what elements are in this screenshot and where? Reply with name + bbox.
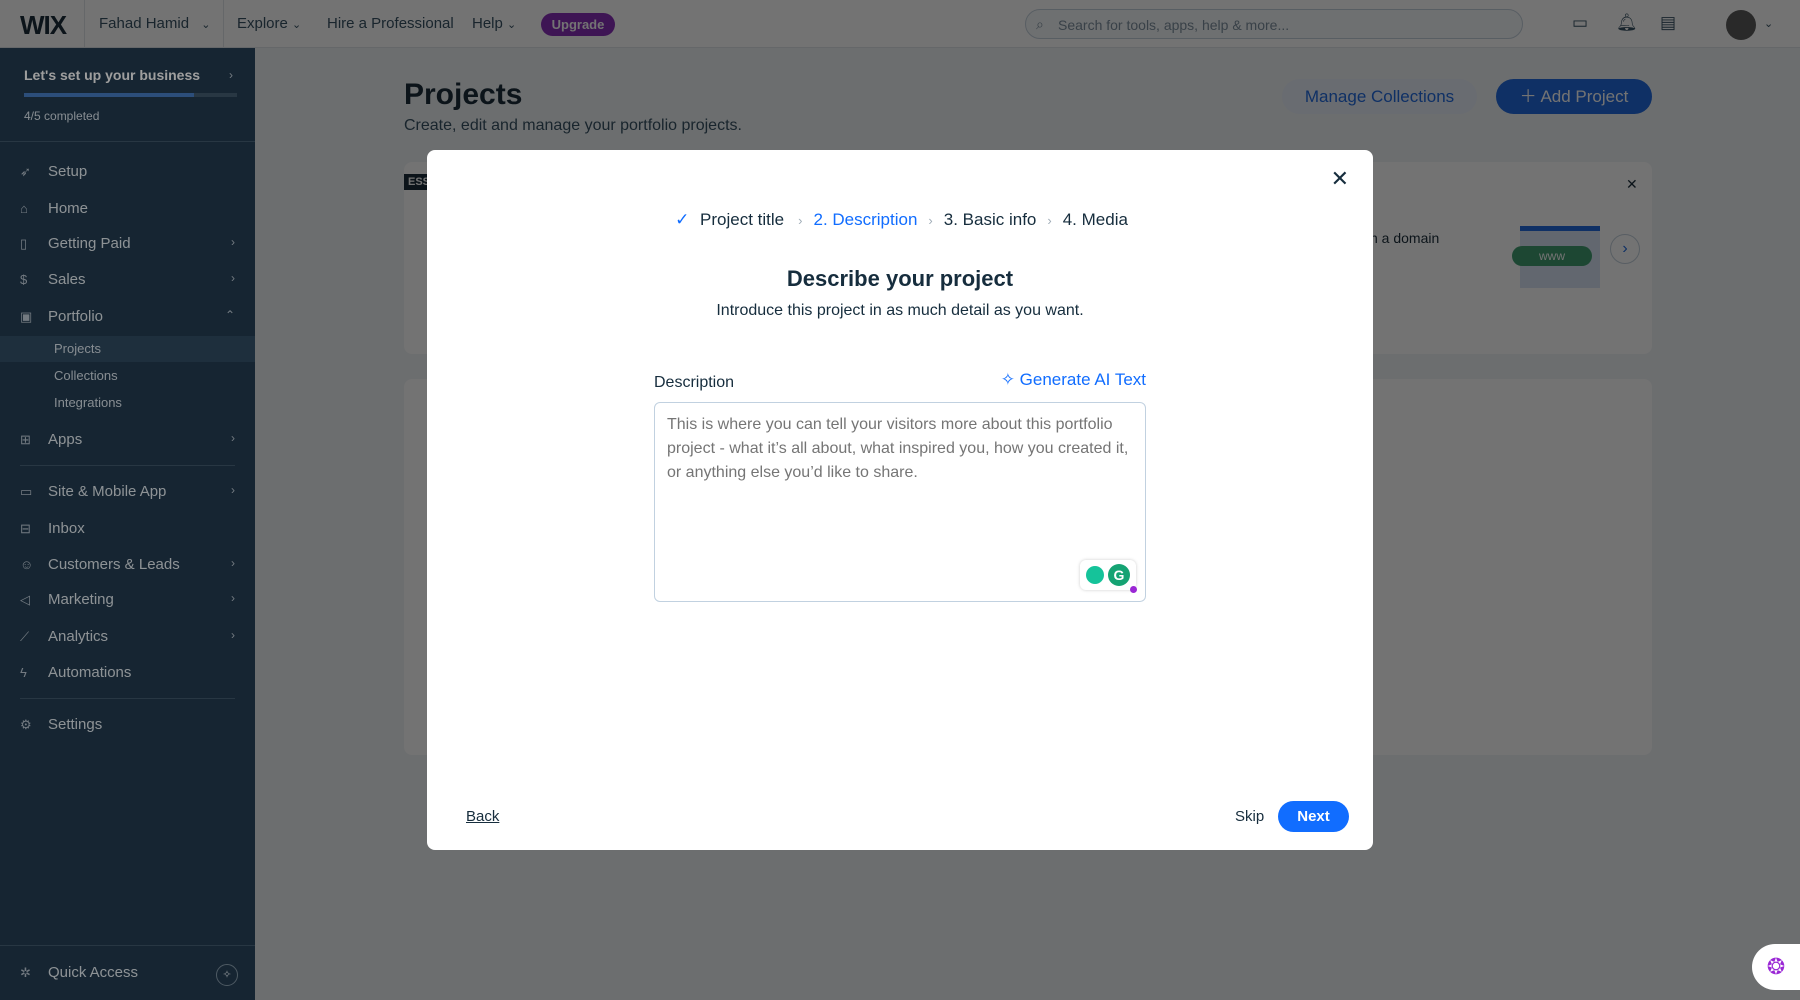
step-media[interactable]: 4. Media [1063,210,1128,229]
chevron-right-icon[interactable]: › [1610,234,1640,264]
step-description[interactable]: 2. Description [813,210,917,229]
skip-button[interactable]: Skip [1235,808,1264,825]
banner-text: h a domain [1370,230,1440,246]
manage-collections-button[interactable]: Manage Collections [1282,79,1477,114]
modal-subtitle: Introduce this project in as much detail… [716,302,1084,319]
stepper: ✓ Project title › 2. Description › 3. Basic … [427,210,1373,230]
add-project-button[interactable]: ＋ Add Project [1496,79,1652,114]
close-icon[interactable]: ✕ [1626,176,1638,193]
lightbulb-icon [1086,566,1104,584]
description-textarea[interactable] [654,402,1146,602]
check-icon: ✓ [675,210,695,229]
chevron-right-icon: › [798,213,803,228]
add-project-label: Add Project [1540,87,1629,106]
grammarly-icon: G [1108,564,1130,586]
back-button[interactable]: Back [466,808,499,825]
chevron-right-icon: › [928,213,933,228]
chevron-right-icon: › [1047,213,1052,228]
next-button[interactable]: Next [1278,801,1349,832]
sparkle-icon: ✧ [1000,370,1020,389]
step-basic-info[interactable]: 3. Basic info [944,210,1037,229]
page-title: Projects [404,78,523,111]
step-project-title[interactable]: ✓ Project title [672,210,787,229]
assistant-icon[interactable]: ❂ [1752,944,1800,990]
description-label: Description [654,374,735,391]
page-subtitle: Create, edit and manage your portfolio p… [404,117,742,134]
generate-ai-text-button[interactable]: ✧ Generate AI Text [1001,370,1146,390]
modal-title: Describe your project [786,266,1014,291]
add-project-modal: ✕ ✓ Project title › 2. Description › 3. Basi… [427,150,1373,850]
www-pill: www [1512,246,1592,266]
grammarly-widget[interactable]: G [1080,560,1137,593]
status-dot [1130,586,1137,593]
close-icon[interactable]: ✕ [1331,166,1349,192]
plus-icon: ＋ [1519,87,1541,106]
